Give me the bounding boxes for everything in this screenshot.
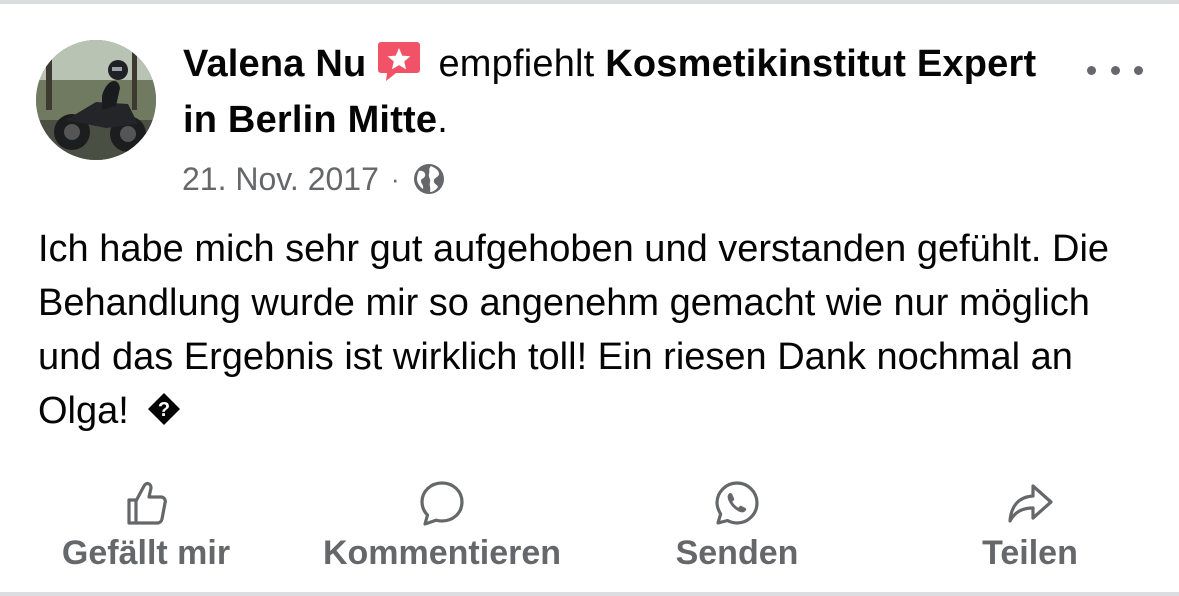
post-meta: 21. Nov. 2017 · (182, 157, 446, 201)
like-button[interactable]: Gefällt mir (48, 478, 244, 582)
send-label: Senden (675, 534, 799, 572)
comment-label: Kommentieren (322, 534, 562, 572)
share-button[interactable]: Teilen (972, 478, 1088, 582)
action-bar: Gefällt mir Kommentieren Senden Teilen (0, 478, 1179, 582)
top-divider (0, 0, 1179, 4)
share-label: Teilen (982, 534, 1078, 572)
post-body-text: Ich habe mich sehr gut aufgehoben und ve… (38, 228, 1110, 432)
more-dot-icon (1134, 65, 1143, 75)
unknown-emoji-glyph: ? (158, 399, 170, 421)
more-dot-icon (1087, 65, 1096, 75)
post-body: Ich habe mich sehr gut aufgehoben und ve… (38, 222, 1148, 438)
send-button[interactable]: Senden (664, 478, 810, 582)
share-arrow-icon (1008, 484, 1053, 523)
thumbs-up-icon (127, 481, 167, 525)
unknown-emoji-icon: ? (147, 387, 181, 425)
post-date[interactable]: 21. Nov. 2017 (182, 161, 379, 198)
comment-button[interactable]: Kommentieren (304, 478, 580, 582)
avatar[interactable] (36, 40, 156, 160)
bottom-divider (0, 592, 1179, 596)
meta-separator: · (390, 163, 400, 194)
more-options-button[interactable] (1087, 58, 1143, 82)
page-name-suffix: . (437, 99, 448, 141)
whatsapp-icon (715, 481, 759, 525)
recommend-verb: empfiehlt (438, 43, 595, 85)
like-label: Gefällt mir (61, 534, 231, 572)
recommendation-star-icon (376, 40, 422, 82)
globe-icon (412, 162, 446, 196)
post-header: Valena Nu empfiehlt Kosmetikinstitut Exp… (183, 36, 1063, 148)
more-dot-icon (1110, 65, 1120, 75)
comment-bubble-icon (420, 481, 464, 526)
author-name[interactable]: Valena Nu (183, 43, 366, 85)
